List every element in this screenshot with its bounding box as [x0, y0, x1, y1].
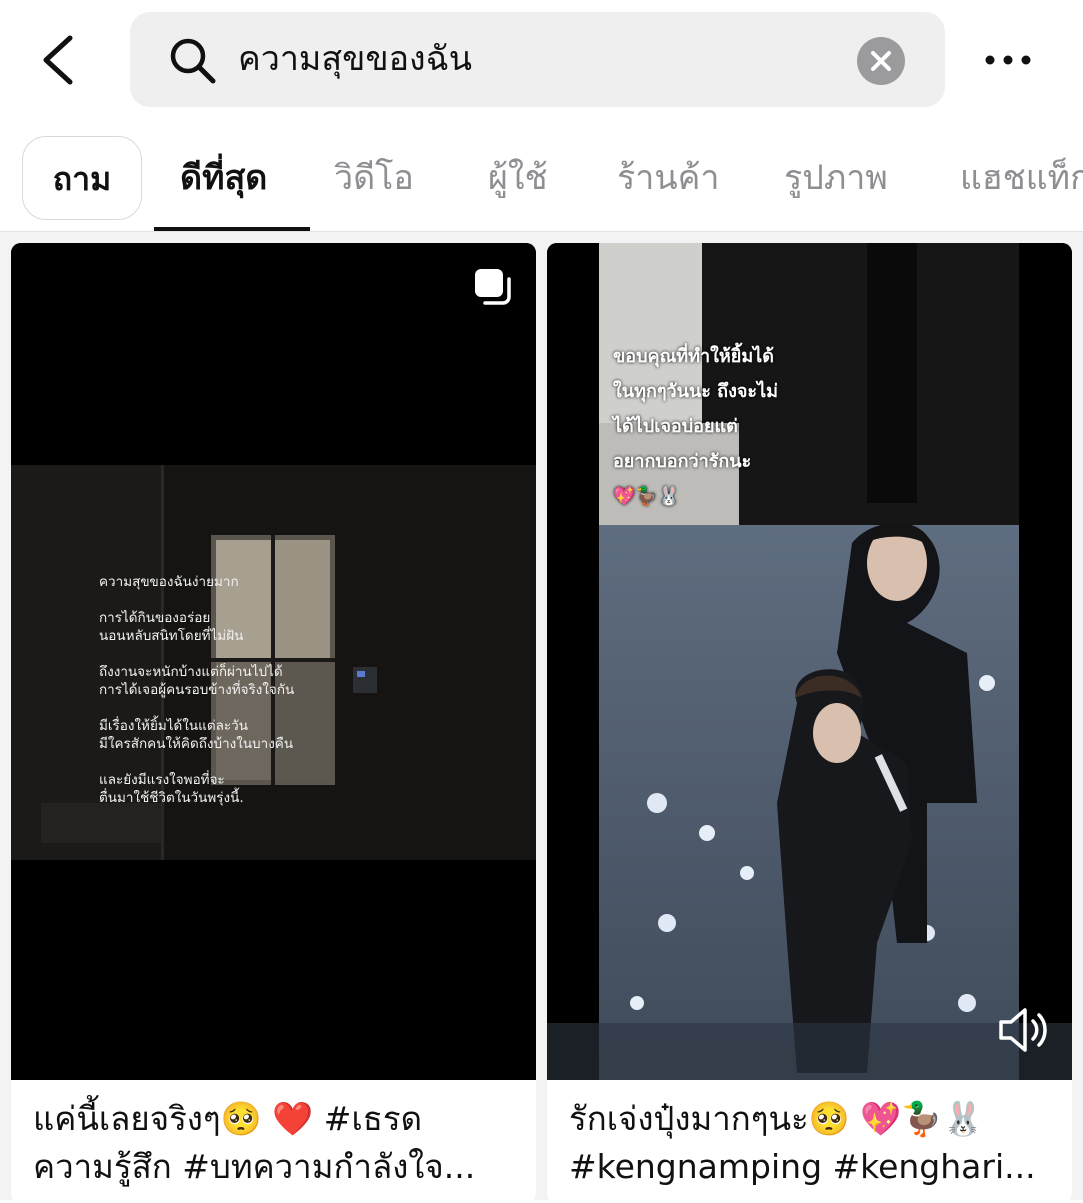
- result-card[interactable]: ขอบคุณที่ทำให้ยิ้มได้ ในทุกๆวันนะ ถึงจะไ…: [547, 243, 1072, 1203]
- video-overlay-text: ขอบคุณที่ทำให้ยิ้มได้ ในทุกๆวันนะ ถึงจะไ…: [613, 339, 873, 514]
- poem-line: ตื่นมาใช้ชีวิตในวันพรุ่งนี้.: [99, 790, 244, 806]
- speaker-icon[interactable]: [997, 1005, 1049, 1055]
- caption-line: #kengnamping #kenghari...: [569, 1147, 1036, 1186]
- photo-thumbnail[interactable]: ความสุขของฉันง่ายมาก การได้กินของอร่อย น…: [11, 243, 536, 1080]
- tab-photos[interactable]: รูปภาพ: [784, 136, 888, 220]
- chevron-left-icon: [43, 35, 73, 85]
- poem-line: นอนหลับสนิทโดยที่ไม่ฝัน: [99, 628, 244, 644]
- multi-photo-icon: [475, 269, 511, 305]
- clear-search-button[interactable]: [857, 37, 905, 85]
- tab-hashtags[interactable]: แฮชแท็ก: [960, 136, 1083, 220]
- ellipsis-icon: [985, 55, 1031, 65]
- search-input[interactable]: ความสุขของฉัน: [238, 36, 472, 82]
- tab-shop[interactable]: ร้านค้า: [617, 136, 719, 220]
- caption-line: แค่นี้เลยจริงๆ🥺 ❤️ #เธรด: [33, 1099, 423, 1138]
- post-caption[interactable]: แค่นี้เลยจริงๆ🥺 ❤️ #เธรด ความรู้สึก #บทค…: [33, 1095, 513, 1191]
- poem-line: ความสุขของฉันง่ายมาก: [99, 574, 239, 590]
- overlay-line: อยากบอกว่ารักนะ: [613, 451, 752, 472]
- tab-users[interactable]: ผู้ใช้: [488, 136, 548, 220]
- overlay-line: ได้ไปเจอบ่อยแต่: [613, 416, 738, 437]
- video-thumbnail[interactable]: ขอบคุณที่ทำให้ยิ้มได้ ในทุกๆวันนะ ถึงจะไ…: [547, 243, 1072, 1080]
- overlay-line: ในทุกๆวันนะ ถึงจะไม่: [613, 381, 778, 402]
- poem-line: และยังมีแรงใจพอที่จะ: [99, 772, 225, 788]
- tab-top[interactable]: ดีที่สุด: [180, 136, 267, 220]
- overlay-emoji: 💖🦆🐰: [613, 486, 681, 507]
- poem-line: มีเรื่องให้ยิ้มได้ในแต่ละวัน: [99, 718, 248, 734]
- poem-line: ถึงงานจะหนักบ้างแต่ก็ผ่านไปได้: [99, 664, 283, 680]
- overlay-line: ขอบคุณที่ทำให้ยิ้มได้: [613, 346, 774, 367]
- poem-overlay: ความสุขของฉันง่ายมาก การได้กินของอร่อย น…: [99, 573, 399, 825]
- poem-line: มีใครสักคนให้คิดถึงบ้างในบางคืน: [99, 736, 294, 752]
- caption-line: ความรู้สึก #บทความกำลังใจ...: [33, 1147, 476, 1186]
- search-bar[interactable]: ความสุขของฉัน: [130, 12, 945, 107]
- search-header: ความสุขของฉัน: [0, 0, 1083, 120]
- result-card[interactable]: ความสุขของฉันง่ายมาก การได้กินของอร่อย น…: [11, 243, 536, 1203]
- more-options-button[interactable]: [983, 40, 1033, 80]
- back-button[interactable]: [30, 30, 90, 90]
- close-icon: [871, 51, 891, 71]
- poem-line: การได้เจอผู้คนรอบข้างที่จริงใจกัน: [99, 682, 295, 698]
- tab-videos[interactable]: วิดีโอ: [334, 136, 414, 220]
- search-tabs: ถาม ดีที่สุด วิดีโอ ผู้ใช้ ร้านค้า รูปภา…: [0, 120, 1083, 232]
- caption-line: รักเจ่งปุ๋งมากๆนะ🥺 💖🦆🐰: [569, 1099, 984, 1138]
- poem-line: การได้กินของอร่อย: [99, 610, 211, 626]
- post-caption[interactable]: รักเจ่งปุ๋งมากๆนะ🥺 💖🦆🐰 #kengnamping #ken…: [569, 1095, 1049, 1191]
- search-icon: [170, 38, 216, 84]
- tab-ask[interactable]: ถาม: [22, 136, 142, 220]
